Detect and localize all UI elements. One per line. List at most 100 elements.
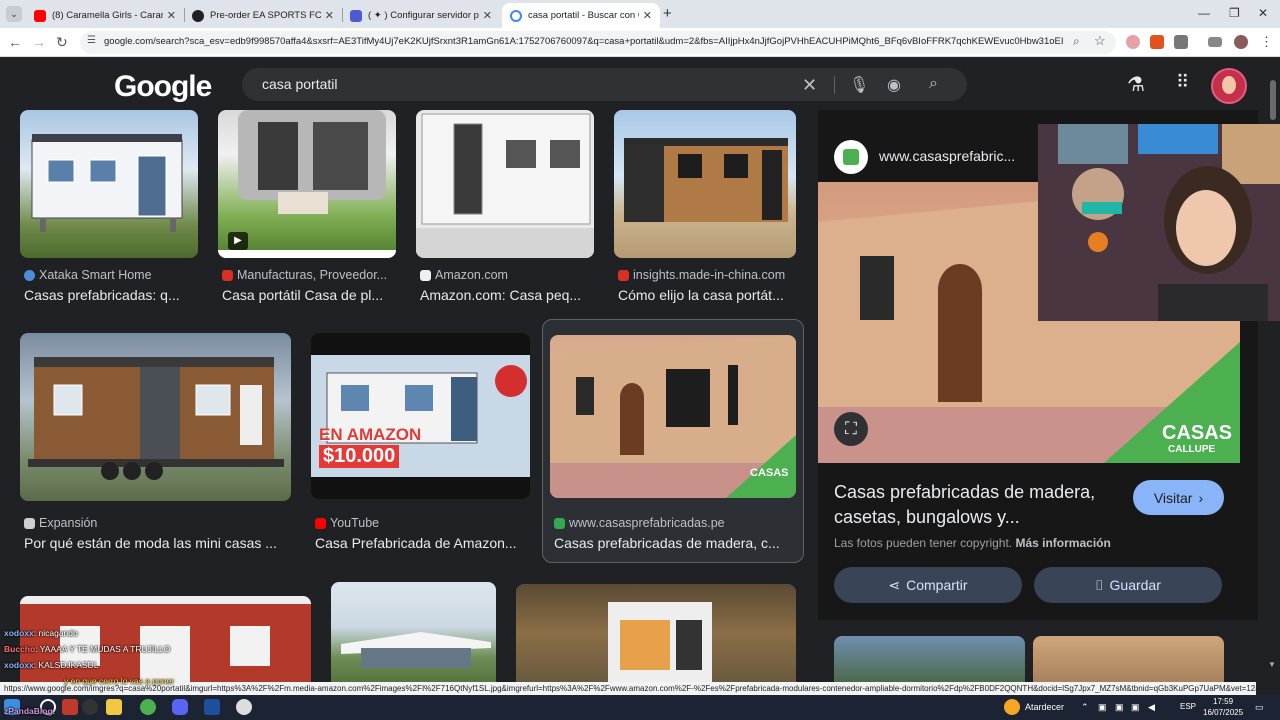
result-source[interactable]: insights.made-in-china.com <box>618 268 785 282</box>
result-title[interactable]: Por qué están de moda las mini casas ... <box>24 535 294 551</box>
result-title[interactable]: Casa portátil Casa de pl... <box>222 287 400 303</box>
search-box: ✕ 🎙 ◉ ⌕ <box>242 68 967 101</box>
share-button[interactable]: ⋖ Compartir <box>834 567 1022 603</box>
weather-icon[interactable] <box>1004 699 1020 715</box>
visit-button[interactable]: Visitar › <box>1133 480 1224 515</box>
clock-date[interactable]: 16/07/2025 <box>1203 708 1243 717</box>
site-favicon-icon <box>618 269 629 281</box>
reading-list-icon[interactable] <box>1208 37 1222 47</box>
scrollbar-thumb[interactable] <box>1270 80 1276 120</box>
panel-casas-label: CASAS <box>1162 422 1233 444</box>
address-bar[interactable]: ☰ google.com/search?sca_esv=edb9f998570a… <box>80 31 1116 54</box>
taskbar: Atardecer ⌃ ▣ ▣ ▣ ◀ ESP 17:59 16/07/2025… <box>0 695 1280 720</box>
bookmark-star-icon[interactable]: ☆ <box>1094 33 1106 49</box>
result-title[interactable]: Casas prefabricadas de madera, c... <box>554 535 794 551</box>
result-source[interactable]: www.casasprefabricadas.pe <box>554 516 725 530</box>
close-tab-icon[interactable]: ✕ <box>325 9 334 22</box>
forward-icon[interactable]: → <box>32 34 46 50</box>
extension-icon[interactable] <box>1150 35 1164 49</box>
close-window-icon[interactable]: ✕ <box>1258 6 1268 20</box>
tray-app-icon[interactable]: ▣ <box>1115 702 1124 713</box>
close-tab-icon[interactable]: ✕ <box>167 9 176 22</box>
browser-tab-active[interactable]: casa portatil - Buscar con Goog✕ <box>502 3 660 28</box>
result-image[interactable]: ▶ <box>218 110 396 258</box>
clear-search-icon[interactable]: ✕ <box>802 75 817 96</box>
panel-site[interactable]: www.casasprefabric... <box>879 148 1015 164</box>
site-favicon-icon <box>24 517 35 529</box>
more-info-link[interactable]: Más información <box>1015 536 1110 550</box>
chrome-icon[interactable] <box>140 699 156 715</box>
browser-tab[interactable]: (8) Caramella Girls - Caramello✕ <box>26 3 184 28</box>
result-image[interactable] <box>331 582 496 682</box>
obs-icon[interactable] <box>236 699 252 715</box>
panel-title[interactable]: Casas prefabricadas de madera, casetas, … <box>834 480 1124 530</box>
tab-list-button[interactable]: ⌄ <box>6 6 22 22</box>
close-tab-icon[interactable]: ✕ <box>643 9 652 22</box>
result-source[interactable]: Manufacturas, Proveedor... <box>222 268 387 282</box>
minimize-icon[interactable]: — <box>1198 6 1210 20</box>
result-source[interactable]: Xataka Smart Home <box>24 268 152 282</box>
search-box-divider <box>834 76 835 94</box>
lens-camera-icon[interactable]: ◉ <box>887 75 901 95</box>
back-icon[interactable]: ← <box>8 34 22 50</box>
account-avatar[interactable] <box>1211 68 1247 104</box>
youtube-icon <box>34 9 46 22</box>
microphone-icon[interactable]: 🎙 <box>849 75 869 95</box>
apps-grid-icon[interactable]: ⠿ <box>1176 72 1189 93</box>
site-info-icon[interactable]: ☰ <box>87 35 96 46</box>
new-tab-button[interactable]: + <box>663 5 672 22</box>
tray-chevron-icon[interactable]: ⌃ <box>1081 702 1089 713</box>
result-title[interactable]: Cómo elijo la casa portát... <box>618 287 798 303</box>
house-image <box>31 134 183 232</box>
search-icon[interactable]: ⌕ <box>929 75 938 93</box>
weather-label[interactable]: Atardecer <box>1025 702 1064 712</box>
google-header: Google ✕ 🎙 ◉ ⌕ ⚗ ⠿ <box>0 58 1280 110</box>
result-source[interactable]: Amazon.com <box>420 268 508 282</box>
volume-icon[interactable]: ◀ <box>1148 702 1155 713</box>
result-image[interactable] <box>416 110 594 258</box>
clock-time[interactable]: 17:59 <box>1213 697 1233 706</box>
scroll-down-arrow-icon[interactable]: ▼ <box>1268 660 1276 669</box>
app-icon[interactable] <box>204 699 220 715</box>
result-image[interactable] <box>20 110 198 258</box>
google-logo[interactable]: Google <box>114 70 212 104</box>
reload-icon[interactable]: ↻ <box>56 34 68 51</box>
result-title[interactable]: Amazon.com: Casa peq... <box>420 287 598 303</box>
search-input[interactable] <box>262 76 782 92</box>
zoom-icon[interactable]: ⌕ <box>1073 34 1080 49</box>
browser-tab[interactable]: ( ✦ ) Configurar servidor privad✕ <box>342 3 500 28</box>
profile-icon[interactable] <box>1234 35 1248 49</box>
google-icon <box>510 9 522 22</box>
labs-flask-icon[interactable]: ⚗ <box>1127 72 1145 97</box>
discord-icon[interactable] <box>172 699 188 715</box>
more-menu-icon[interactable]: ⋮ <box>1260 34 1273 50</box>
close-tab-icon[interactable]: ✕ <box>483 9 492 22</box>
extensions-puzzle-icon[interactable] <box>1174 35 1188 49</box>
result-title[interactable]: Casa Prefabricada de Amazon... <box>315 535 530 551</box>
tray-app-icon[interactable]: ▣ <box>1131 702 1140 713</box>
result-image[interactable]: CASAS <box>550 335 796 498</box>
language-indicator[interactable]: ESP <box>1180 702 1196 711</box>
result-title[interactable]: Casas prefabricadas: q... <box>24 287 202 303</box>
extension-icon[interactable] <box>1126 35 1140 49</box>
browser-tab[interactable]: Pre-order EA SPORTS FC™ 26 -✕ <box>184 3 342 28</box>
notifications-icon[interactable]: ▭ <box>1255 702 1264 713</box>
result-source[interactable]: Expansión <box>24 516 97 530</box>
save-button[interactable]: ⌷ Guardar <box>1034 567 1222 603</box>
site-favicon-icon <box>222 269 233 281</box>
house-image <box>416 113 594 258</box>
app-icon[interactable] <box>62 699 78 715</box>
panel-site-favicon-icon[interactable] <box>834 140 868 174</box>
network-icon[interactable]: ▣ <box>1098 702 1107 713</box>
related-image[interactable] <box>834 636 1025 682</box>
restore-icon[interactable]: ❐ <box>1229 6 1240 20</box>
file-explorer-icon[interactable] <box>106 699 122 715</box>
related-image[interactable] <box>1033 636 1224 682</box>
result-image[interactable] <box>20 333 291 501</box>
result-image[interactable] <box>516 584 796 682</box>
result-source[interactable]: YouTube <box>315 516 379 530</box>
lens-search-icon[interactable]: ⛶ <box>834 412 868 446</box>
result-image[interactable] <box>614 110 796 258</box>
result-image[interactable]: EN AMAZON $10.000 <box>311 333 530 499</box>
app-icon[interactable] <box>82 699 98 715</box>
